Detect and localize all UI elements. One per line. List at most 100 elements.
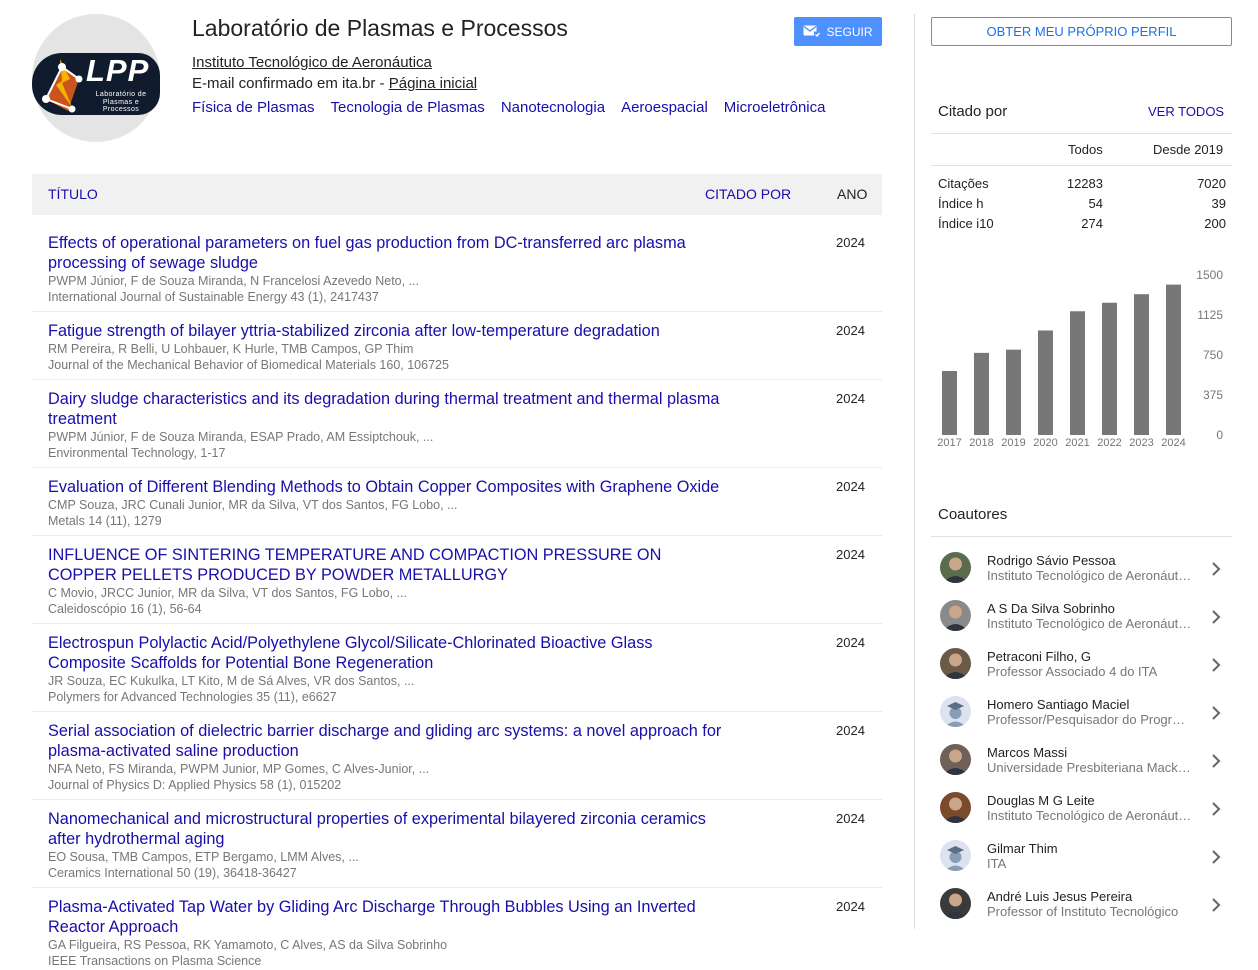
table-row: Nanomechanical and microstructural prope…: [32, 800, 882, 888]
metric-label[interactable]: Índice h: [938, 196, 984, 211]
publication-title[interactable]: Evaluation of Different Blending Methods…: [48, 477, 728, 497]
coauthor-affiliation: Universidade Presbiteriana Mackenzie: [987, 760, 1192, 775]
coauthor-name[interactable]: Homero Santiago Maciel: [987, 697, 1129, 712]
table-row: Plasma-Activated Tap Water by Gliding Ar…: [32, 888, 882, 970]
coauthor-affiliation: Professor of Instituto Tecnológico: [987, 904, 1179, 919]
publication-venue: Journal of the Mechanical Behavior of Bi…: [48, 358, 449, 372]
table-row: Fatigue strength of bilayer yttria-stabi…: [32, 312, 882, 380]
coauthor-item[interactable]: Gilmar Thim ITA: [931, 833, 1232, 881]
publication-authors: C Movio, JRCC Junior, MR da Silva, VT do…: [48, 586, 407, 600]
chart-bar[interactable]: [974, 352, 989, 435]
see-all-link[interactable]: VER TODOS: [1148, 104, 1224, 119]
coauthor-affiliation: Instituto Tecnológico de Aeronáutica: [987, 808, 1192, 823]
chevron-right-icon: [1212, 850, 1221, 864]
metric-row: Índice i10 274 200: [938, 216, 1226, 236]
chart-bar[interactable]: [1166, 284, 1181, 435]
col-since-header: Desde 2019: [1153, 142, 1224, 157]
chart-bar[interactable]: [1006, 349, 1021, 435]
publication-title[interactable]: Dairy sludge characteristics and its deg…: [48, 389, 728, 429]
coauthor-name[interactable]: André Luis Jesus Pereira: [987, 889, 1132, 904]
table-row: INFLUENCE OF SINTERING TEMPERATURE AND C…: [32, 536, 882, 624]
publication-year: 2024: [836, 479, 865, 494]
publication-venue: Environmental Technology, 1-17: [48, 446, 226, 460]
affiliation-link[interactable]: Instituto Tecnológico de Aeronáutica: [192, 54, 432, 71]
publication-year: 2024: [836, 899, 865, 914]
chart-bar[interactable]: [1070, 311, 1085, 435]
interest-link[interactable]: Tecnologia de Plasmas: [331, 99, 485, 116]
publication-year: 2024: [836, 635, 865, 650]
cited-by-title: Citado por: [938, 103, 1008, 120]
coauthor-item[interactable]: André Luis Jesus Pereira Professor of In…: [931, 881, 1232, 929]
avatar: [940, 648, 971, 679]
chevron-right-icon: [1212, 562, 1221, 576]
publication-venue: Ceramics International 50 (19), 36418-36…: [48, 866, 297, 880]
publication-venue: Caleidoscópio 16 (1), 56-64: [48, 602, 202, 616]
interest-link[interactable]: Aeroespacial: [621, 99, 708, 116]
publication-year: 2024: [836, 235, 865, 250]
coauthor-item[interactable]: A S Da Silva Sobrinho Instituto Tecnológ…: [931, 593, 1232, 641]
coauthor-affiliation: Instituto Tecnológico de Aeronáutica: [987, 568, 1192, 583]
interest-link[interactable]: Nanotecnologia: [501, 99, 605, 116]
coauthor-affiliation: Professor Associado 4 do ITA: [987, 664, 1158, 679]
chevron-right-icon: [1212, 802, 1221, 816]
chart-bar[interactable]: [942, 371, 957, 435]
sort-by-cited[interactable]: CITADO POR: [705, 186, 791, 202]
y-tick-label: 750: [1203, 348, 1223, 362]
publication-authors: CMP Souza, JRC Cunali Junior, MR da Silv…: [48, 498, 458, 512]
coauthor-item[interactable]: Homero Santiago Maciel Professor/Pesquis…: [931, 689, 1232, 737]
publication-title[interactable]: Nanomechanical and microstructural prope…: [48, 809, 728, 849]
publication-title[interactable]: Effects of operational parameters on fue…: [48, 233, 728, 273]
metric-label[interactable]: Citações: [938, 176, 989, 191]
follow-button[interactable]: SEGUIR: [794, 17, 882, 46]
publication-authors: RM Pereira, R Belli, U Lohbauer, K Hurle…: [48, 342, 414, 356]
y-tick-label: 1500: [1196, 268, 1223, 282]
publication-title[interactable]: INFLUENCE OF SINTERING TEMPERATURE AND C…: [48, 545, 728, 585]
publication-title[interactable]: Plasma-Activated Tap Water by Gliding Ar…: [48, 897, 728, 937]
coauthor-name[interactable]: Petraconi Filho, G: [987, 649, 1091, 664]
publication-year: 2024: [836, 723, 865, 738]
interest-link[interactable]: Física de Plasmas: [192, 99, 315, 116]
publication-title[interactable]: Electrospun Polylactic Acid/Polyethylene…: [48, 633, 728, 673]
chart-bar[interactable]: [1102, 302, 1117, 435]
interest-link[interactable]: Microeletrônica: [724, 99, 826, 116]
table-row: Serial association of dielectric barrier…: [32, 712, 882, 800]
table-header: TÍTULO CITADO POR ANO: [32, 174, 882, 215]
publication-title[interactable]: Serial association of dielectric barrier…: [48, 721, 728, 761]
sort-by-year[interactable]: ANO: [837, 186, 867, 202]
lpp-logo: LPP Laboratório de Plasmas e Processos: [32, 53, 160, 115]
coauthor-item[interactable]: Rodrigo Sávio Pessoa Instituto Tecnológi…: [931, 545, 1232, 593]
avatar: [940, 600, 971, 631]
coauthor-name[interactable]: Douglas M G Leite: [987, 793, 1095, 808]
x-tick-label: 2022: [1097, 437, 1121, 449]
coauthor-name[interactable]: Marcos Massi: [987, 745, 1067, 760]
coauthor-affiliation: ITA: [987, 856, 1007, 871]
interests-list: Física de Plasmas Tecnologia de Plasmas …: [192, 99, 826, 116]
chart-bar[interactable]: [1038, 330, 1053, 435]
metric-all: 274: [1081, 216, 1103, 231]
coauthor-name[interactable]: Gilmar Thim: [987, 841, 1058, 856]
logo-text: LPP: [86, 53, 150, 88]
homepage-link[interactable]: Página inicial: [389, 75, 477, 92]
follow-label: SEGUIR: [826, 24, 873, 39]
mail-icon: [803, 25, 821, 38]
chart-bar[interactable]: [1134, 294, 1149, 435]
column-divider: [914, 14, 915, 929]
table-row: Effects of operational parameters on fue…: [32, 224, 882, 312]
y-tick-label: 375: [1203, 388, 1223, 402]
publication-list: Effects of operational parameters on fue…: [32, 224, 882, 970]
publication-venue: International Journal of Sustainable Ene…: [48, 290, 379, 304]
coauthor-name[interactable]: Rodrigo Sávio Pessoa: [987, 553, 1116, 568]
publication-authors: PWPM Júnior, F de Souza Miranda, ESAP Pr…: [48, 430, 434, 444]
metric-label[interactable]: Índice i10: [938, 216, 994, 231]
coauthor-name[interactable]: A S Da Silva Sobrinho: [987, 601, 1115, 616]
profile-avatar: LPP Laboratório de Plasmas e Processos: [32, 14, 160, 142]
publication-title[interactable]: Fatigue strength of bilayer yttria-stabi…: [48, 321, 728, 341]
coauthor-item[interactable]: Petraconi Filho, G Professor Associado 4…: [931, 641, 1232, 689]
sort-by-title[interactable]: TÍTULO: [48, 186, 98, 202]
get-own-profile-button[interactable]: OBTER MEU PRÓPRIO PERFIL: [931, 17, 1232, 46]
metric-all: 54: [1088, 196, 1103, 211]
coauthor-item[interactable]: Marcos Massi Universidade Presbiteriana …: [931, 737, 1232, 785]
publication-authors: JR Souza, EC Kukulka, LT Kito, M de Sá A…: [48, 674, 415, 688]
coauthor-item[interactable]: Douglas M G Leite Instituto Tecnológico …: [931, 785, 1232, 833]
chevron-right-icon: [1212, 610, 1221, 624]
